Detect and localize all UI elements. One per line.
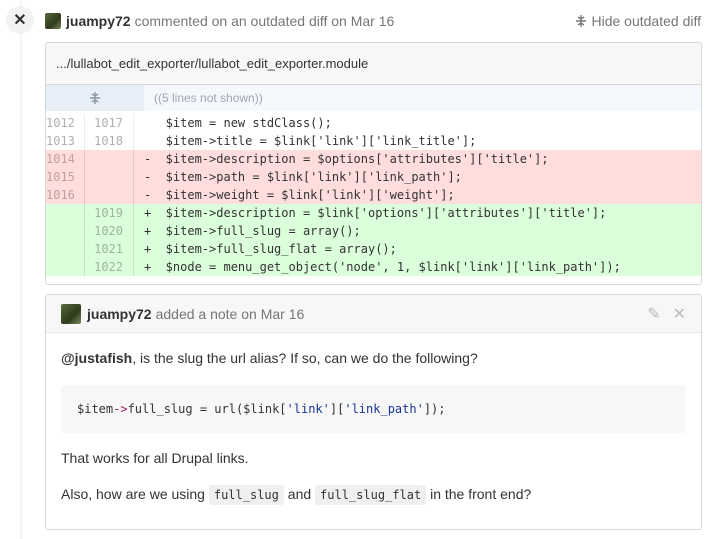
diff-line: 1022 + $node = menu_get_object('node', 1,…	[46, 258, 701, 276]
code-token: ][	[329, 402, 345, 416]
code-token: ->	[113, 402, 128, 416]
diff-expander[interactable]: ((5 lines not shown))	[46, 85, 701, 111]
diff-line: 1019 + $item->description = $link['option…	[46, 204, 701, 222]
code-text: $item->description = $options['attribute…	[151, 152, 549, 166]
paragraph-text: Also, how are we using	[61, 486, 209, 502]
new-line-number[interactable]: 1017	[85, 114, 134, 132]
old-line-number[interactable]	[46, 258, 85, 276]
diff-table: ((5 lines not shown)) 1012 1017 $item = n…	[46, 85, 701, 276]
diff-line: 1015 - $item->path = $link['link']['link_…	[46, 168, 701, 186]
paragraph-text: and	[283, 486, 316, 502]
diff-line: 1014 - $item->description = $options['att…	[46, 150, 701, 168]
code-token: 'link'	[286, 402, 330, 416]
old-line-number[interactable]	[46, 204, 85, 222]
user-mention[interactable]: @justafish	[61, 350, 132, 366]
new-line-number[interactable]	[85, 168, 134, 186]
close-icon[interactable]: ✕	[673, 304, 686, 324]
code-line: + $item->full_slug = array();	[134, 222, 701, 240]
diff-file: .../lullabot_edit_exporter/lullabot_edit…	[45, 42, 702, 285]
code-line: + $node = menu_get_object('node', 1, $li…	[134, 258, 701, 276]
code-token: $item	[77, 402, 114, 416]
diff-line: 1020 + $item->full_slug = array();	[46, 222, 701, 240]
code-text: $item->title = $link['link']['link_title…	[151, 134, 477, 148]
file-path: .../lullabot_edit_exporter/lullabot_edit…	[46, 43, 701, 85]
code-text: $item->weight = $link['link']['weight'];	[151, 188, 455, 202]
hide-outdated-diff-link[interactable]: Hide outdated diff	[574, 13, 702, 29]
note-header: juampy72 added a note on Mar 16 ✎ ✕	[46, 295, 701, 333]
note-paragraph-1: @justafish, is the slug the url alias? I…	[61, 347, 686, 369]
old-line-number[interactable]: 1016	[46, 186, 85, 204]
old-line-number[interactable]: 1014	[46, 150, 85, 168]
note-comment: juampy72 added a note on Mar 16 ✎ ✕ @jus…	[45, 294, 702, 530]
hide-outdated-diff-label: Hide outdated diff	[591, 13, 702, 29]
comment-action-text: commented on an outdated diff on Mar 16	[134, 13, 395, 29]
new-line-number[interactable]	[85, 186, 134, 204]
note-paragraph-2: That works for all Drupal links.	[61, 450, 249, 466]
code-text: $node = menu_get_object('node', 1, $link…	[151, 260, 621, 274]
code-token: full_slug = url($link[	[127, 402, 287, 416]
code-token: 'link_path'	[344, 402, 424, 416]
old-line-number[interactable]: 1013	[46, 132, 85, 150]
paragraph-text: , is the slug the url alias? If so, can …	[132, 350, 478, 366]
inline-code: full_slug	[208, 485, 284, 505]
code-text: $item->description = $link['options']['a…	[151, 206, 607, 220]
timeline-line	[20, 0, 22, 539]
pencil-icon[interactable]: ✎	[647, 304, 660, 324]
fold-icon	[575, 15, 586, 27]
code-line: + $item->full_slug_flat = array();	[134, 240, 701, 258]
old-line-number[interactable]	[46, 222, 85, 240]
new-line-number[interactable]: 1019	[85, 204, 134, 222]
note-author-link[interactable]: juampy72	[87, 306, 152, 322]
unfold-icon[interactable]	[46, 85, 144, 111]
code-text: $item->full_slug_flat = array();	[151, 242, 397, 256]
code-line: - $item->description = $options['attribu…	[134, 150, 701, 168]
old-line-number[interactable]: 1015	[46, 168, 85, 186]
old-line-number[interactable]: 1012	[46, 114, 85, 132]
avatar[interactable]	[61, 303, 81, 324]
paragraph-text: in the front end?	[426, 486, 532, 502]
new-line-number[interactable]: 1021	[85, 240, 134, 258]
code-block: $item -> full_slug = url($link['link']['li…	[61, 385, 686, 433]
code-line: $item->title = $link['link']['link_title…	[134, 132, 701, 150]
code-line: - $item->weight = $link['link']['weight'…	[134, 186, 701, 204]
code-text: $item->path = $link['link']['link_path']…	[151, 170, 462, 184]
new-line-number[interactable]: 1020	[85, 222, 134, 240]
note-actions: ✎ ✕	[635, 304, 686, 324]
avatar[interactable]	[45, 13, 61, 29]
note-action-text: added a note on Mar 16	[155, 305, 305, 322]
code-token: ]);	[423, 402, 446, 416]
code-text: $item = new stdClass();	[151, 116, 332, 130]
code-line: + $item->description = $link['options'][…	[134, 204, 701, 222]
code-line: $item = new stdClass();	[134, 114, 701, 132]
note-body: @justafish, is the slug the url alias? I…	[46, 347, 701, 506]
diff-line: 1021 + $item->full_slug_flat = array();	[46, 240, 701, 258]
new-line-number[interactable]	[85, 150, 134, 168]
code-text: $item->full_slug = array();	[151, 224, 361, 238]
code-line: - $item->path = $link['link']['link_path…	[134, 168, 701, 186]
inline-code: full_slug_flat	[315, 485, 427, 505]
comment-header-bar: juampy72 commented on an outdated diff o…	[45, 10, 701, 32]
lines-not-shown: ((5 lines not shown))	[154, 91, 263, 105]
new-line-number[interactable]: 1018	[85, 132, 134, 150]
close-icon[interactable]: ✕	[6, 6, 34, 34]
new-line-number[interactable]: 1022	[85, 258, 134, 276]
diff-line: 1012 1017 $item = new stdClass();	[46, 114, 701, 132]
old-line-number[interactable]	[46, 240, 85, 258]
author-link[interactable]: juampy72	[66, 13, 131, 29]
diff-line: 1013 1018 $item->title = $link['link']['l…	[46, 132, 701, 150]
note-paragraph-3: Also, how are we using full_slug and ful…	[61, 483, 686, 506]
diff-line: 1016 - $item->weight = $link['link']['wei…	[46, 186, 701, 204]
